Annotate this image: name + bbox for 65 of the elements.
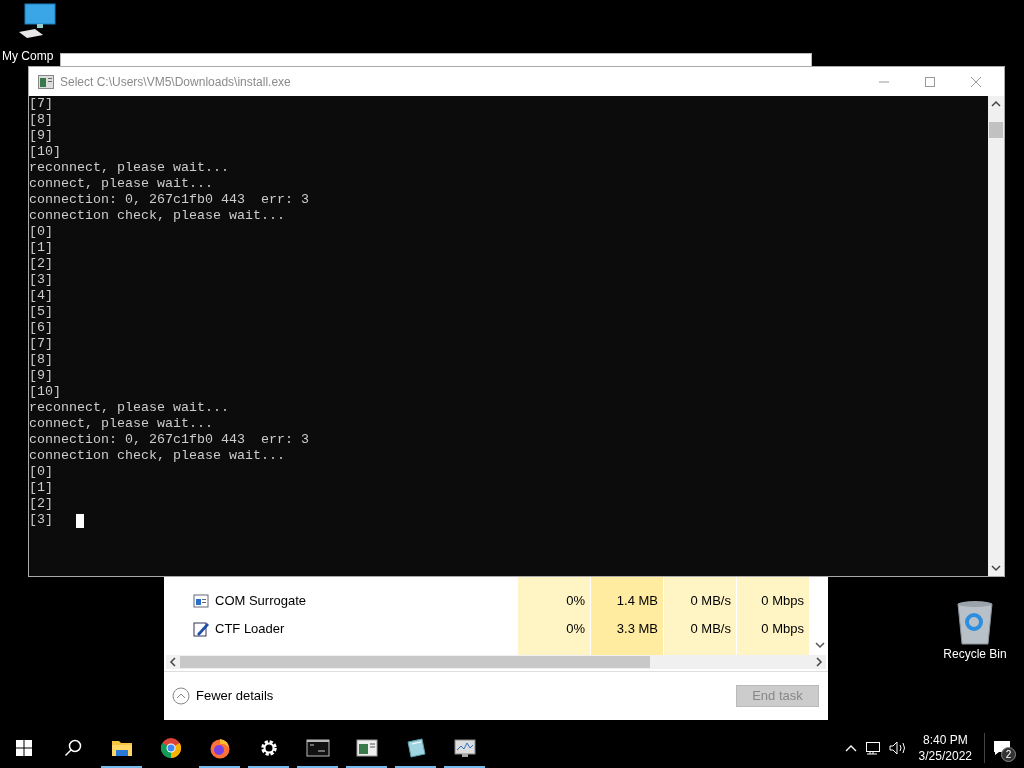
window-title: Select C:\Users\VM5\Downloads\install.exe: [60, 73, 291, 91]
console-line: [9]: [29, 128, 53, 144]
chevron-up-icon[interactable]: [844, 744, 857, 752]
collapse-icon: [172, 687, 190, 705]
scrollbar-thumb[interactable]: [180, 656, 650, 668]
search-icon: [63, 739, 82, 757]
notification-count: 2: [1001, 747, 1016, 762]
console-line: [3]: [29, 512, 53, 528]
table-cell-text: 0 MB/s: [689, 592, 732, 611]
scrollbar-thumb[interactable]: [989, 122, 1003, 138]
table-cell-text: 0 Mbps: [760, 592, 805, 611]
chrome-icon: [158, 736, 183, 760]
console-line: [4]: [29, 288, 53, 304]
console-line: [3]: [29, 272, 53, 288]
console-line: [7]: [29, 336, 53, 352]
console-app-icon: [38, 74, 54, 89]
clock-time: 8:40 PM: [922, 732, 968, 748]
console-line: connect, please wait...: [29, 416, 213, 432]
windows-logo-icon: [16, 740, 32, 756]
console-line: [1]: [29, 480, 53, 496]
process-row[interactable]: COM Surrogate 0% 1.4 MB 0 MB/s 0 Mbps: [164, 587, 828, 615]
process-name: COM Surrogate: [215, 592, 308, 611]
clock-date: 3/25/2022: [918, 748, 972, 764]
horizontal-scrollbar[interactable]: [166, 655, 826, 669]
console-line: reconnect, please wait...: [29, 400, 229, 416]
console-line: [0]: [29, 464, 53, 480]
table-cell-text: 1.4 MB: [615, 592, 659, 611]
console-line: connect, please wait...: [29, 176, 213, 192]
table-cell-text: 0%: [565, 592, 586, 611]
table-cell-text: 0 MB/s: [689, 620, 732, 639]
console-line: reconnect, please wait...: [29, 160, 229, 176]
process-name: CTF Loader: [215, 620, 286, 639]
console-line: [8]: [29, 112, 53, 128]
icon-label: My Comp: [2, 49, 54, 63]
monitor-chart-icon: [452, 736, 477, 760]
console-line: connection check, please wait...: [29, 448, 285, 464]
console-line: connection check, please wait...: [29, 208, 285, 224]
table-cell-text: 0 Mbps: [760, 620, 805, 639]
console-line: [2]: [29, 256, 53, 272]
icon-label: Recycle Bin: [943, 647, 1007, 661]
console-line: [9]: [29, 368, 53, 384]
console-line: [1]: [29, 240, 53, 256]
console-line: connection: 0, 267c1fb0 443 err: 3: [29, 192, 309, 208]
console-line: [7]: [29, 96, 53, 112]
table-cell-text: 3.3 MB: [615, 620, 659, 639]
console-line: [2]: [29, 496, 53, 512]
console-line: [6]: [29, 320, 53, 336]
document-window-icon: [354, 736, 379, 760]
clock-button[interactable]: 8:40 PM 3/25/2022: [914, 732, 976, 764]
console-line: [0]: [29, 224, 53, 240]
process-icon: [193, 593, 209, 609]
vertical-scrollbar[interactable]: [988, 96, 1004, 576]
volume-icon[interactable]: [888, 741, 907, 755]
terminal-icon: [305, 736, 330, 760]
console-line: [10]: [29, 384, 61, 400]
network-icon[interactable]: [864, 741, 881, 755]
notification-button[interactable]: 2: [984, 733, 1018, 763]
console-line: connection: 0, 267c1fb0 443 err: 3: [29, 432, 309, 448]
process-icon: [193, 621, 209, 637]
process-row[interactable]: CTF Loader 0% 3.3 MB 0 MB/s 0 Mbps: [164, 615, 828, 643]
console-line: [5]: [29, 304, 53, 320]
table-cell-text: 0%: [565, 620, 586, 639]
fewer-details-button[interactable]: Fewer details: [172, 686, 274, 706]
console-line: [8]: [29, 352, 53, 368]
console-line: [10]: [29, 144, 61, 160]
